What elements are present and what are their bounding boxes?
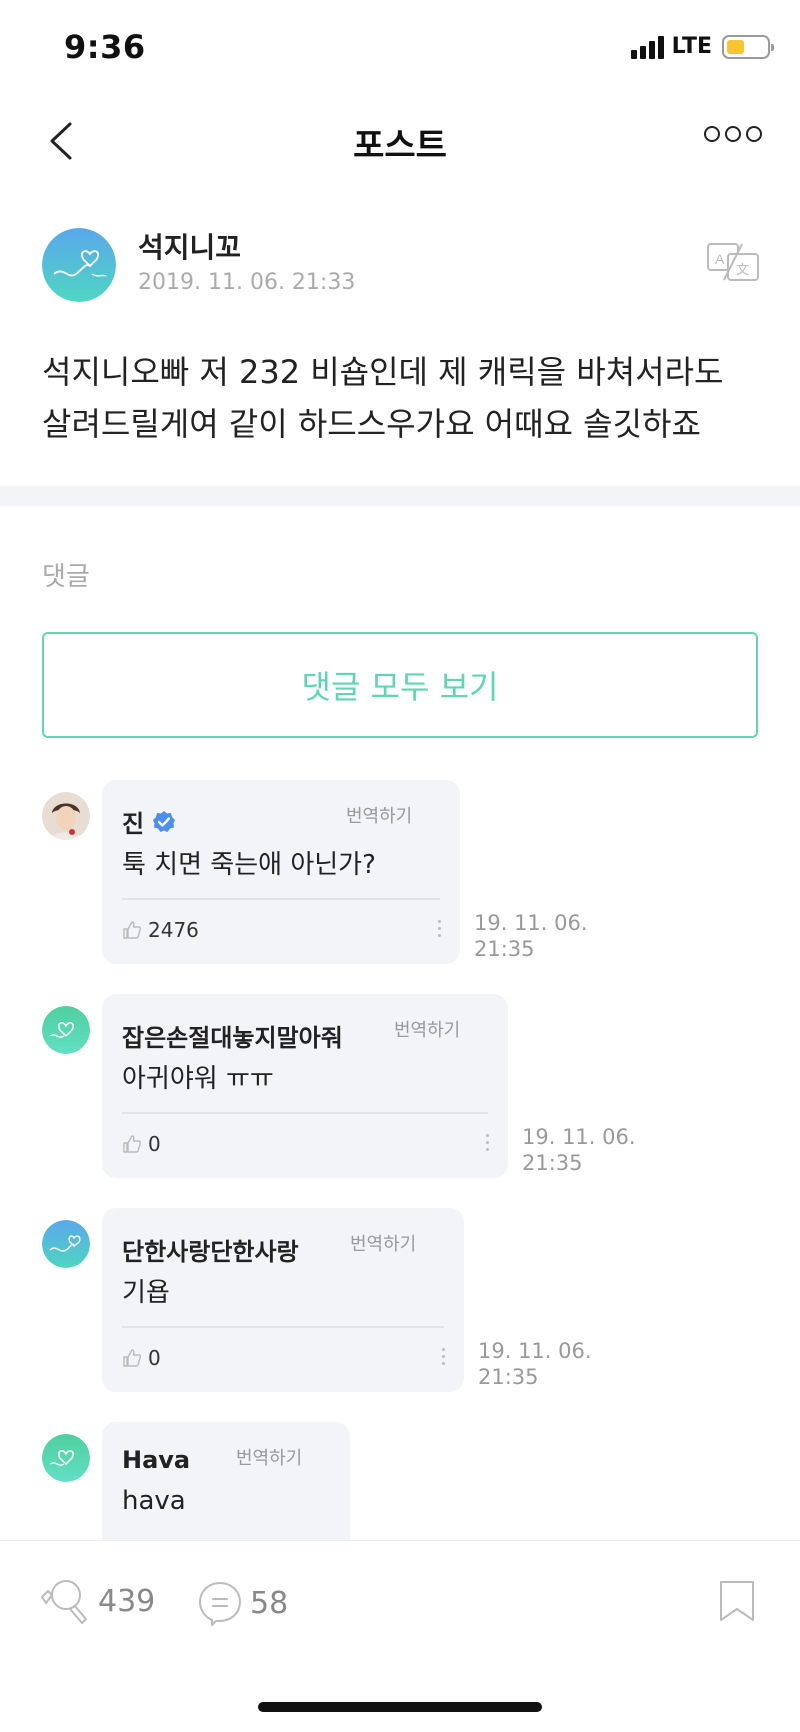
commenter-avatar[interactable]	[42, 1434, 90, 1482]
commenter-avatar[interactable]	[42, 792, 90, 840]
like-button[interactable]: 0	[122, 1346, 161, 1370]
commenter-avatar[interactable]	[42, 1006, 90, 1054]
signal-icon	[630, 35, 664, 59]
comment-text: 아귀야워 ㅠㅠ	[122, 1064, 274, 1094]
comment-date: 19. 11. 06.	[478, 1339, 592, 1363]
status-bar: 9:36 LTE	[0, 0, 800, 96]
comment-item: 단한사랑단한사랑 번역하기 기욥 0 19. 11. 06. 21:35	[42, 1208, 762, 1392]
comment-text: 기욥	[122, 1278, 170, 1308]
lightstick-icon	[41, 1580, 87, 1624]
comment-time: 19. 11. 06. 21:35	[522, 1124, 636, 1176]
post-body: 석지니오빠 저 232 비숍인데 제 캐릭을 바쳐서라도 살려드릴게여 같이 하…	[42, 353, 724, 443]
more-button[interactable]	[704, 126, 762, 142]
post-date: 2019. 11. 06. 21:33	[138, 270, 356, 295]
comment-divider	[122, 898, 440, 900]
comment-text: 툭 치면 죽는애 아닌가?	[122, 850, 376, 880]
commenter-name[interactable]: 단한사랑단한사랑	[122, 1232, 299, 1267]
author-avatar[interactable]	[42, 228, 116, 302]
comment-clock: 21:35	[478, 1365, 539, 1389]
like-count: 439	[98, 1583, 156, 1619]
comment-text: hava	[122, 1486, 186, 1516]
verified-icon	[153, 810, 176, 832]
like-count: 2476	[148, 918, 199, 942]
thumbs-up-icon	[123, 1135, 141, 1153]
comment-item: Hava 번역하기 hava	[42, 1422, 762, 1540]
comment-clock: 21:35	[522, 1151, 583, 1175]
battery-icon	[722, 34, 774, 59]
commenter-name[interactable]: 잡은손절대놓지말아줘	[122, 1018, 343, 1053]
comment-time: 19. 11. 06. 21:35	[478, 1338, 592, 1390]
comment-item: 잡은손절대놓지말아줘 번역하기 아귀야워 ㅠㅠ 0 19. 11. 06. 21…	[42, 994, 762, 1178]
thumbs-up-icon	[123, 921, 141, 939]
commenter-avatar[interactable]	[42, 1220, 90, 1268]
author-name[interactable]: 석지니꼬	[138, 226, 241, 266]
comment-button[interactable]: 58	[196, 1579, 288, 1627]
section-divider	[0, 486, 800, 506]
comment-bubble: Hava 번역하기 hava	[102, 1422, 350, 1540]
comment-divider	[122, 1326, 444, 1328]
translate-icon: A 文	[707, 243, 759, 281]
view-all-comments-button[interactable]: 댓글 모두 보기	[42, 632, 758, 738]
comment-icon	[199, 1582, 241, 1626]
comments-label: 댓글	[42, 562, 90, 592]
nav-bar: 포스트	[0, 96, 800, 186]
translate-button[interactable]: A 文	[706, 240, 762, 284]
translate-link[interactable]: 번역하기	[236, 1444, 302, 1470]
thumbs-up-icon	[123, 1349, 141, 1367]
commenter-name[interactable]: 진	[122, 804, 176, 839]
more-vertical-icon[interactable]	[438, 920, 442, 941]
translate-link[interactable]: 번역하기	[346, 802, 412, 828]
comment-date: 19. 11. 06.	[474, 911, 588, 935]
bookmark-button[interactable]	[718, 1579, 756, 1623]
like-button[interactable]: 2476	[122, 918, 199, 942]
post-header: 석지니꼬 2019. 11. 06. 21:33 A 文	[42, 226, 762, 306]
comment-date: 19. 11. 06.	[522, 1125, 636, 1149]
more-icon	[704, 126, 720, 142]
more-vertical-icon[interactable]	[486, 1134, 490, 1155]
comment-bubble: 잡은손절대놓지말아줘 번역하기 아귀야워 ㅠㅠ 0	[102, 994, 508, 1178]
commenter-name[interactable]: Hava	[122, 1446, 190, 1474]
page-title: 포스트	[353, 126, 447, 166]
translate-link[interactable]: 번역하기	[394, 1016, 460, 1042]
lightstick-like-button[interactable]: 439	[36, 1575, 155, 1627]
status-time: 9:36	[64, 28, 146, 66]
comment-time: 19. 11. 06. 21:35	[474, 910, 588, 962]
network-label: LTE	[671, 34, 712, 59]
svg-text:A: A	[715, 251, 725, 267]
commenter-name-text: 진	[122, 810, 145, 838]
home-indicator[interactable]	[258, 1702, 542, 1712]
comment-bubble: 진 번역하기 툭 치면 죽는애 아닌가? 2476	[102, 780, 460, 964]
status-indicators: LTE	[630, 34, 774, 59]
more-vertical-icon[interactable]	[442, 1348, 446, 1369]
comment-divider	[122, 1112, 488, 1114]
comment-count: 58	[250, 1585, 289, 1621]
bookmark-icon	[720, 1581, 754, 1621]
like-count: 0	[148, 1132, 161, 1156]
comment-clock: 21:35	[474, 937, 535, 961]
svg-text:文: 文	[736, 263, 749, 278]
like-count: 0	[148, 1346, 161, 1370]
comment-bubble: 단한사랑단한사랑 번역하기 기욥 0	[102, 1208, 464, 1392]
comment-item: 진 번역하기 툭 치면 죽는애 아닌가? 2476 19. 11. 06. 21…	[42, 780, 762, 964]
translate-link[interactable]: 번역하기	[350, 1230, 416, 1256]
like-button[interactable]: 0	[122, 1132, 161, 1156]
